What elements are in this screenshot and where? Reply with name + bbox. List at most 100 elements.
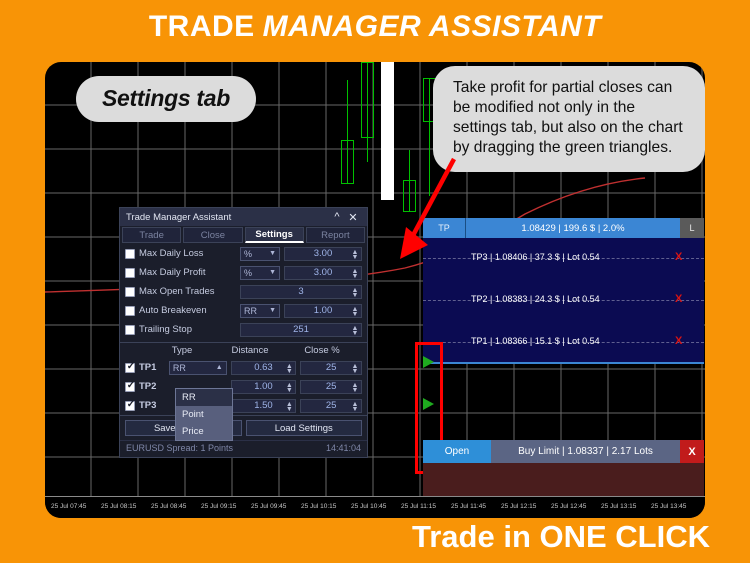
max-daily-profit-input[interactable]: 3.00 ▲ ▼ (284, 265, 362, 281)
tp2-distance-input[interactable]: 1.00 ▲ ▼ (230, 379, 297, 395)
auto-breakeven-unit-value: RR (244, 305, 257, 316)
max-open-trades-checkbox[interactable] (125, 286, 135, 297)
open-order-value: Buy Limit | 1.08337 | 2.17 Lots (491, 440, 680, 463)
tp1-distance-input[interactable]: 0.63 ▲ ▼ (230, 360, 297, 376)
load-settings-button[interactable]: Load Settings (245, 420, 362, 436)
tp-level-row[interactable]: TP3 | 1.08406 | 37.3 $ | Lot 0.54 X (423, 250, 704, 266)
trailing-stop-label: Trailing Stop (139, 324, 192, 335)
time-axis-tick: 25 Jul 09:45 (251, 503, 287, 510)
type-option-price[interactable]: Price (176, 423, 232, 440)
setting-row-max-daily-loss[interactable]: Max Daily Loss % ▼ 3.00 ▲ ▼ (120, 244, 367, 263)
page-title-part2: MANAGER ASSISTANT (262, 10, 602, 43)
tp3-close-pct-stepper[interactable]: ▲ ▼ (351, 400, 359, 414)
tp1-checkbox[interactable] (125, 361, 136, 373)
auto-breakeven-value: 1.00 (313, 305, 333, 316)
max-daily-profit-stepper[interactable]: ▲ ▼ (351, 267, 359, 281)
tp-row-tp3[interactable]: TP3 1.50 ▲▼ 25 ▲▼ (120, 396, 367, 415)
tp-row-tp2[interactable]: TP2 1.00 ▲▼ 25 ▲▼ (120, 377, 367, 396)
tp-level-row[interactable]: TP1 | 1.08366 | 15.1 $ | Lot 0.54 X (423, 334, 704, 350)
trade-manager-panel[interactable]: Trade Manager Assistant ^ ✕ Trade Close … (119, 207, 368, 458)
max-daily-loss-input[interactable]: 3.00 ▲ ▼ (284, 246, 362, 262)
time-axis-tick: 25 Jul 12:45 (551, 503, 587, 510)
tp-target-label: TP (423, 218, 466, 238)
trailing-stop-input[interactable]: 251 ▲ ▼ (240, 322, 362, 338)
tp-level-row[interactable]: TP2 | 1.08383 | 24.3 $ | Lot 0.54 X (423, 292, 704, 308)
tp2-name: TP2 (139, 381, 157, 392)
tp1-distance-stepper[interactable]: ▲ ▼ (285, 362, 293, 376)
tp1-close-pct-stepper[interactable]: ▲ ▼ (351, 362, 359, 376)
auto-breakeven-input[interactable]: 1.00 ▲ ▼ (284, 303, 362, 319)
max-open-trades-input[interactable]: 3 ▲ ▼ (240, 284, 362, 300)
tab-close[interactable]: Close (183, 227, 243, 243)
panel-titlebar[interactable]: Trade Manager Assistant ^ ✕ (120, 208, 367, 226)
tp2-distance-stepper[interactable]: ▲ ▼ (285, 381, 293, 395)
trailing-stop-checkbox[interactable] (125, 324, 135, 335)
tab-trade[interactable]: Trade (122, 227, 182, 243)
tp1-distance-value: 0.63 (254, 362, 273, 373)
tp-row-tp1[interactable]: TP1 RR ▲ 0.63 ▲▼ 25 ▲▼ (120, 358, 367, 377)
setting-row-max-open-trades[interactable]: Max Open Trades 3 ▲ ▼ (120, 282, 367, 301)
max-daily-loss-unit-value: % (244, 248, 253, 259)
tab-report[interactable]: Report (305, 227, 365, 243)
tp-target-bar[interactable]: TP 1.08429 | 199.6 $ | 2.0% L (423, 218, 704, 238)
tp3-distance-input[interactable]: 1.50 ▲ ▼ (230, 398, 297, 414)
open-order-close-icon[interactable]: X (680, 440, 704, 463)
max-daily-profit-value: 3.00 (313, 267, 333, 278)
type-option-point[interactable]: Point (176, 406, 232, 423)
max-daily-profit-checkbox[interactable] (125, 267, 135, 278)
max-daily-loss-unit-select[interactable]: % ▼ (240, 246, 280, 261)
panel-tabs[interactable]: Trade Close Settings Report (120, 226, 367, 244)
setting-row-auto-breakeven[interactable]: Auto Breakeven RR ▼ 1.00 ▲ ▼ (120, 301, 367, 320)
tp2-close-pct-input[interactable]: 25 ▲ ▼ (300, 379, 362, 395)
max-daily-profit-unit-value: % (244, 267, 253, 278)
tp3-label: TP3 | 1.08406 | 37.3 $ | Lot 0.54 (471, 252, 600, 262)
chevron-down-icon: ▼ (269, 307, 276, 314)
tab-settings[interactable]: Settings (244, 227, 304, 243)
tp2-close-icon[interactable]: X (675, 293, 682, 305)
type-option-rr[interactable]: RR (176, 389, 232, 406)
chevron-down-icon: ▼ (269, 250, 276, 257)
tp3-distance-stepper[interactable]: ▲ ▼ (285, 400, 293, 414)
tp1-type-select[interactable]: RR ▲ (168, 360, 227, 375)
setting-row-max-daily-profit[interactable]: Max Daily Profit % ▼ 3.00 ▲ ▼ (120, 263, 367, 282)
tp-target-value: 1.08429 | 199.6 $ | 2.0% (466, 218, 680, 238)
tp-col-type: Type (171, 345, 193, 356)
auto-breakeven-stepper[interactable]: ▲ ▼ (351, 305, 359, 319)
max-open-trades-stepper[interactable]: ▲ ▼ (351, 286, 359, 300)
tp1-close-pct-input[interactable]: 25 ▲ ▼ (300, 360, 363, 376)
open-button[interactable]: Open (423, 440, 491, 463)
tp2-label: TP2 | 1.08383 | 24.3 $ | Lot 0.54 (471, 294, 600, 304)
time-axis-tick: 25 Jul 08:45 (151, 503, 187, 510)
tp2-distance-value: 1.00 (254, 381, 273, 392)
auto-breakeven-unit-select[interactable]: RR ▼ (240, 303, 280, 318)
time-axis: 25 Jul 07:45 25 Jul 08:15 25 Jul 08:45 25 J… (45, 496, 705, 518)
time-axis-tick: 25 Jul 13:45 (651, 503, 687, 510)
auto-breakeven-checkbox[interactable] (125, 305, 135, 316)
tp1-type-dropdown-list[interactable]: RR Point Price (175, 388, 233, 441)
max-daily-loss-stepper[interactable]: ▲ ▼ (351, 248, 359, 262)
panel-action-buttons[interactable]: Save Settings Load Settings (120, 415, 367, 440)
tp3-checkbox[interactable] (125, 399, 136, 411)
max-daily-loss-checkbox[interactable] (125, 248, 135, 259)
tp-target-lock-button[interactable]: L (680, 218, 704, 238)
trailing-stop-stepper[interactable]: ▲ ▼ (351, 324, 359, 338)
page-title-part1: TRADE (148, 10, 255, 43)
chevron-up-icon[interactable]: ^ (329, 211, 345, 223)
tp3-close-pct-input[interactable]: 25 ▲ ▼ (300, 398, 362, 414)
time-axis-tick: 25 Jul 13:15 (601, 503, 637, 510)
open-order-bar[interactable]: Open Buy Limit | 1.08337 | 2.17 Lots X (423, 440, 704, 463)
auto-breakeven-label: Auto Breakeven (139, 305, 207, 316)
tp2-checkbox[interactable] (125, 380, 136, 392)
max-daily-loss-value: 3.00 (313, 248, 333, 259)
setting-row-trailing-stop[interactable]: Trailing Stop 251 ▲ ▼ (120, 320, 367, 339)
tp2-close-pct-stepper[interactable]: ▲ ▼ (351, 381, 359, 395)
tp1-close-icon[interactable]: X (675, 335, 682, 347)
tp1-close-pct-value: 25 (325, 362, 337, 373)
trailing-stop-value: 251 (293, 324, 309, 335)
tp3-name: TP3 (139, 400, 157, 411)
tp3-close-icon[interactable]: X (675, 251, 682, 263)
callout-bubble: Take profit for partial closes can be mo… (433, 66, 705, 172)
close-icon[interactable]: ✕ (345, 211, 361, 224)
time-axis-tick: 25 Jul 11:15 (401, 503, 436, 510)
max-daily-profit-unit-select[interactable]: % ▼ (240, 265, 280, 280)
